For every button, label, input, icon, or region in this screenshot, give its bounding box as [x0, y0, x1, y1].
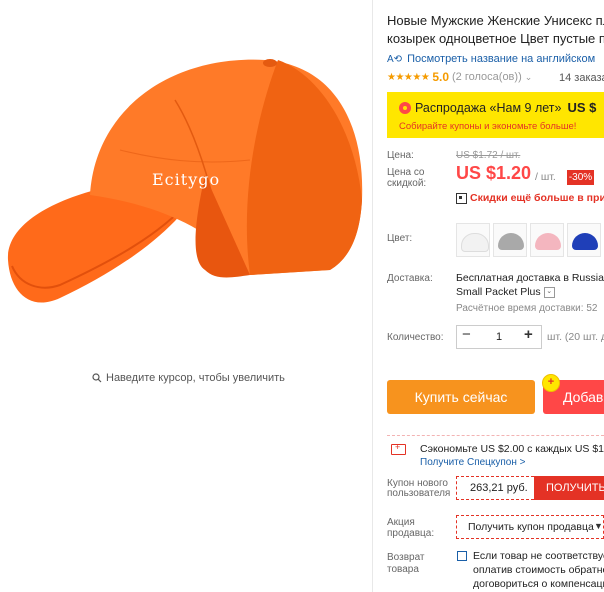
cap-thumbnail — [572, 233, 598, 250]
special-coupon-link[interactable]: Получите Спецкупон > — [420, 457, 526, 468]
return-policy-line2: оплатив стоимость обратно — [473, 564, 604, 576]
translate-link-text: Посмотреть название на английском — [407, 53, 596, 65]
shipping-label: Доставка: — [387, 273, 433, 284]
seller-coupon-select[interactable]: Получить купон продавца — [456, 515, 604, 539]
quantity-available: шт. (20 шт. д — [547, 331, 604, 343]
app-discount-link[interactable]: Скидки ещё больше в прило — [456, 192, 604, 204]
app-discount-text: Скидки ещё больше в прило — [470, 192, 604, 204]
seller-promo-label-line1: Акция — [387, 517, 415, 528]
rating-count: (2 голоса(ов)) — [452, 71, 522, 83]
quantity-increase-button[interactable]: + — [524, 326, 533, 343]
cap-thumbnail — [498, 233, 524, 250]
new-user-coupon-value: 263,21 руб. — [456, 476, 534, 500]
color-label: Цвет: — [387, 233, 413, 244]
zoom-hint-text: Наведите курсор, чтобы увеличить — [106, 372, 285, 384]
translate-icon: A⟲ — [387, 53, 403, 65]
sale-location-icon — [399, 101, 411, 114]
rating-value: 5.0 — [432, 70, 450, 84]
product-title-line1: Новые Мужские Женские Унисекс пло — [387, 13, 604, 28]
rating-row[interactable]: ★★★★★ 5.0 (2 голоса(ов)) ⌄ — [387, 70, 532, 84]
new-user-coupon-label-line2: пользователя — [387, 488, 451, 499]
color-swatch-gray[interactable] — [493, 223, 527, 257]
return-policy-line3: договориться о компенсаци — [473, 578, 604, 590]
chevron-down-icon: ⌄ — [543, 286, 555, 298]
cart-bonus-icon: + — [542, 374, 560, 392]
get-coupon-button[interactable]: ПОЛУЧИТЬ — [534, 476, 604, 500]
sale-price: US $ — [567, 100, 597, 115]
cap-thumbnail — [461, 233, 489, 252]
returns-label-line1: Возврат — [387, 552, 425, 563]
color-swatch-white[interactable] — [456, 223, 490, 257]
price-label: Цена: — [387, 150, 414, 161]
color-swatch-blue[interactable] — [567, 223, 601, 257]
seller-promo-label-line2: продавца: — [387, 528, 435, 539]
return-policy-icon — [457, 551, 467, 561]
return-policy-line1: Если товар не соответствует — [473, 550, 604, 562]
shipping-method: Small Packet Plus — [456, 286, 541, 298]
zoom-hint: Наведите курсор, чтобы увеличить — [92, 372, 285, 384]
old-price: US $1.72 / шт. — [456, 150, 521, 161]
quantity-decrease-button[interactable]: − — [462, 326, 471, 343]
cap-thumbnail — [535, 233, 561, 250]
shipping-time: Расчётное время доставки: 52 — [456, 303, 598, 314]
translate-title-link[interactable]: A⟲ Посмотреть название на английском — [387, 53, 595, 65]
shipping-destination: Бесплатная доставка в Russia — [456, 272, 604, 284]
buy-now-button[interactable]: Купить сейчас — [387, 380, 535, 414]
orders-count: 14 заказа — [559, 72, 604, 84]
product-title-line2: козырек одноцветное Цвет пустые пл — [387, 31, 604, 46]
column-divider — [372, 0, 373, 592]
quantity-input[interactable]: 1 — [492, 331, 506, 343]
color-swatch-pink[interactable] — [530, 223, 564, 257]
discount-price-label-line1: Цена со — [387, 167, 425, 178]
discount-price: US $1.20 — [456, 163, 532, 183]
watermark-text: Ecitygo — [152, 170, 221, 189]
product-info-panel: Новые Мужские Женские Унисекс пло козыре… — [387, 0, 604, 592]
caret-down-icon: ▼ — [594, 521, 603, 531]
price-unit: / шт. — [535, 171, 556, 183]
quantity-label: Количество: — [387, 332, 444, 343]
shipping-method-select[interactable]: Small Packet Plus ⌄ — [456, 286, 555, 298]
discount-badge: -30% — [567, 170, 594, 185]
save-offer-text: Сэкономьте US $2.00 с каждых US $15.0 — [420, 443, 604, 455]
magnifier-icon — [92, 373, 102, 383]
chevron-down-icon: ⌄ — [524, 71, 533, 82]
product-gallery[interactable]: Ecitygo Наведите курсор, чтобы увеличить — [0, 0, 372, 592]
rating-stars-icon: ★★★★★ — [387, 71, 430, 83]
qr-code-icon — [456, 192, 467, 204]
coupon-icon — [391, 442, 406, 455]
sale-subtitle: Собирайте купоны и экономьте больше! — [399, 121, 577, 132]
discount-price-label-line2: скидкой: — [387, 178, 427, 189]
sale-title: Распродажа «Нам 9 лет» — [415, 100, 562, 115]
sale-title-row: Распродажа «Нам 9 лет» US $ — [399, 100, 596, 115]
returns-label-line2: товара — [387, 564, 419, 575]
